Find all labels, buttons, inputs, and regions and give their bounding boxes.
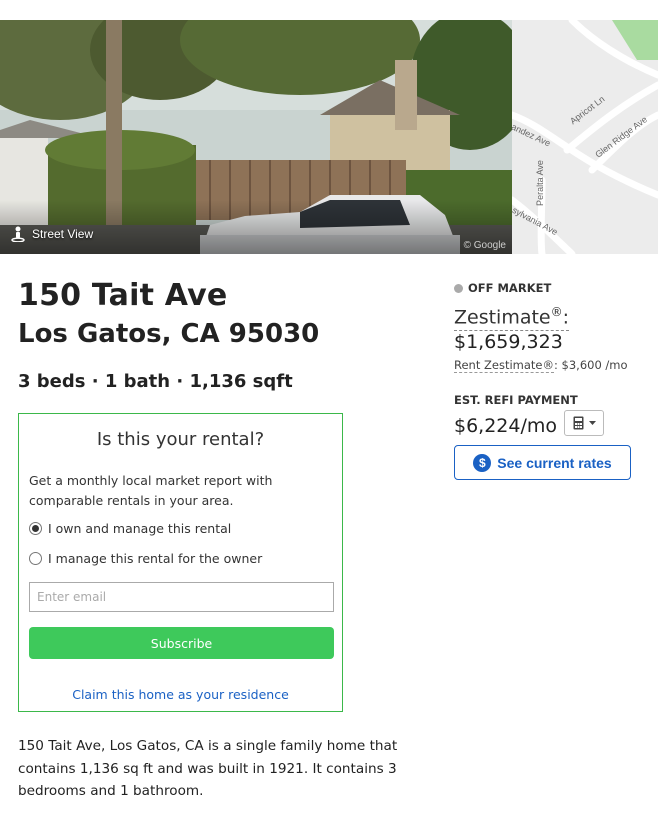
calculator-dropdown-button[interactable] — [564, 410, 604, 436]
street-view-badge[interactable]: Street View — [10, 226, 93, 242]
street-view-photo — [0, 20, 512, 254]
address-line2: Los Gatos, CA 95030 — [18, 319, 320, 349]
subscribe-button[interactable]: Subscribe — [29, 627, 334, 659]
map-thumbnail[interactable]: Apricot Ln Glen Ridge Ave andez Ave Pera… — [512, 20, 658, 254]
market-status-label: OFF MARKET — [468, 281, 552, 295]
rent-zestimate-value: : $3,600 /mo — [554, 358, 628, 372]
street-view-label: Street View — [32, 227, 94, 241]
zestimate-label[interactable]: Zestimate®: — [454, 300, 570, 332]
hero-media: Street View © Google Apricot Ln Glen Rid… — [0, 20, 658, 254]
property-summary: 150 Tait Ave, Los Gatos, CA is a single … — [18, 738, 398, 799]
zestimate-colon: : — [562, 306, 570, 329]
see-current-rates-button[interactable]: $ See current rates — [454, 445, 631, 480]
zestimate-label-text: Zestimate — [454, 306, 551, 329]
home-facts: 3 beds · 1 bath · 1,136 sqft — [18, 371, 293, 392]
rent-zestimate: Rent Zestimate®: $3,600 /mo — [454, 358, 628, 373]
refi-payment-value: $6,224/mo — [454, 415, 558, 437]
map-street-label: Peralta Ave — [534, 160, 545, 206]
rates-button-label: See current rates — [497, 454, 612, 471]
radio-manage-for-owner[interactable]: I manage this rental for the owner — [29, 551, 262, 566]
address-line1: 150 Tait Ave — [18, 278, 228, 313]
radio-label: I own and manage this rental — [48, 521, 232, 536]
chevron-down-icon — [588, 421, 596, 425]
zestimate-value: $1,659,323 — [454, 331, 563, 353]
market-status: OFF MARKET — [454, 281, 551, 295]
status-dot-icon — [454, 283, 463, 293]
radio-label: I manage this rental for the owner — [48, 551, 263, 566]
google-attribution: © Google — [463, 240, 506, 251]
email-input[interactable] — [29, 582, 334, 612]
radio-button-checked[interactable] — [29, 522, 42, 535]
registered-mark: ® — [550, 305, 563, 319]
pegman-icon — [11, 226, 25, 242]
radio-own-manage[interactable]: I own and manage this rental — [29, 521, 231, 536]
calculator-icon — [573, 416, 583, 430]
dollar-icon: $ — [473, 453, 492, 472]
refi-payment-label: EST. REFI PAYMENT — [454, 393, 578, 407]
rent-zestimate-label[interactable]: Rent Zestimate® — [454, 358, 554, 373]
claim-home-link[interactable]: Claim this home as your residence — [19, 687, 342, 702]
rental-card-title: Is this your rental? — [96, 429, 265, 450]
rental-card-description: Get a monthly local market report with c… — [29, 473, 273, 508]
rental-signup-card: Is this your rental? Get a monthly local… — [18, 413, 343, 712]
radio-button[interactable] — [29, 552, 42, 565]
street-view-image[interactable]: Street View © Google — [0, 20, 512, 254]
